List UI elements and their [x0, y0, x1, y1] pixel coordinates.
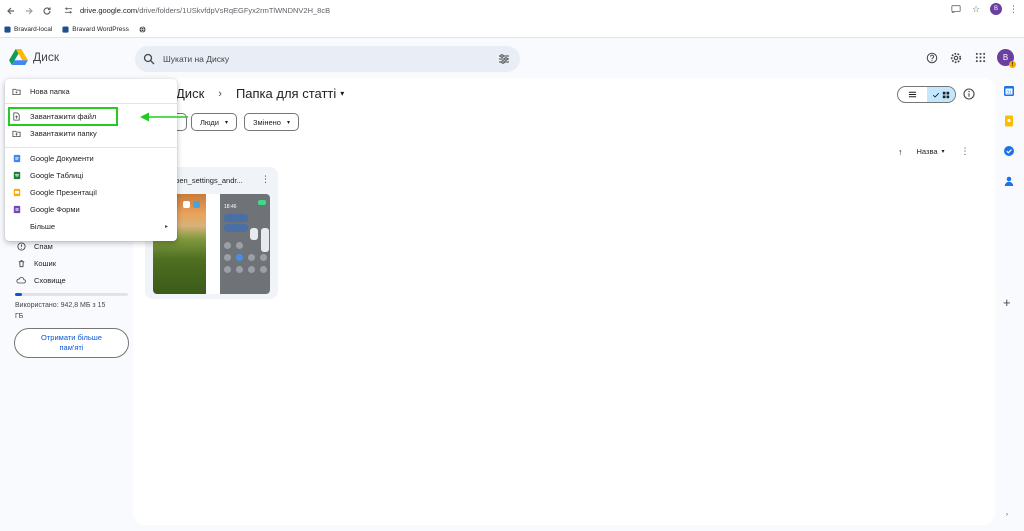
- grid-view-button[interactable]: [926, 87, 955, 102]
- search-input[interactable]: [163, 54, 493, 64]
- breadcrumb: Диск › Папка для статті ▾: [176, 86, 344, 101]
- menu-item-upload-folder[interactable]: Завантажити папку: [5, 125, 177, 142]
- apps-grid-icon[interactable]: [973, 51, 987, 65]
- file-name: open_settings_andr...: [171, 176, 243, 185]
- browser-toolbar: drive.google.com/drive/folders/1USkvfdpV…: [0, 0, 1024, 21]
- breadcrumb-separator: ›: [218, 87, 222, 100]
- chevron-right-icon: ▸: [164, 224, 168, 230]
- breadcrumb-current-folder[interactable]: Папка для статті: [236, 86, 336, 101]
- bookmarks-bar: Bravard-local Bravard WordPress: [0, 21, 1024, 38]
- menu-item-google-forms[interactable]: Google Форми: [5, 201, 177, 218]
- file-more-icon[interactable]: ⋮: [261, 174, 270, 185]
- sort-direction-icon[interactable]: ↑: [898, 147, 903, 157]
- bookmark-bravard-wordpress[interactable]: Bravard WordPress: [62, 26, 129, 33]
- view-toggle[interactable]: [897, 86, 956, 103]
- account-avatar[interactable]: B !: [997, 49, 1016, 68]
- google-drive-icon: [9, 48, 28, 65]
- get-more-storage-button[interactable]: Отримати більше пам'яті: [14, 328, 129, 358]
- bookmark-globe[interactable]: [139, 26, 149, 33]
- main-content: [133, 78, 995, 525]
- app-name: Диск: [33, 49, 60, 64]
- sort-controls: ↑ Назва ▾ ⋮: [898, 146, 970, 157]
- slides-icon: [12, 188, 21, 197]
- site-info-icon[interactable]: [62, 5, 74, 17]
- storage-usage-text: Використано: 942,8 МБ з 15 ГБ: [15, 302, 106, 320]
- check-icon: [932, 92, 939, 98]
- new-item-menu: Нова папка Завантажити файл Завантажити …: [5, 79, 177, 241]
- menu-item-new-folder[interactable]: Нова папка: [5, 83, 177, 100]
- folder-upload-icon: [12, 129, 21, 138]
- menu-divider: [5, 147, 177, 148]
- breadcrumb-root[interactable]: Диск: [176, 86, 204, 101]
- list-view-button[interactable]: [898, 87, 927, 102]
- add-addon-icon[interactable]: +: [1003, 296, 1011, 309]
- cast-icon[interactable]: [950, 3, 962, 15]
- annotation-arrow-icon: [140, 112, 188, 122]
- wordpress-icon: [62, 25, 69, 33]
- phone-screenshot-quick-settings: 18:46: [220, 194, 270, 294]
- address-bar[interactable]: drive.google.com/drive/folders/1USkvfdpV…: [62, 3, 982, 18]
- more-options-icon[interactable]: ⋮: [961, 146, 970, 157]
- filter-modified-chip[interactable]: Змінено ▾: [244, 113, 299, 131]
- chevron-down-icon: ▾: [224, 119, 228, 126]
- sidebar-item-storage[interactable]: Сховище: [16, 275, 66, 285]
- folder-menu-caret-icon[interactable]: ▾: [340, 89, 344, 98]
- globe-icon: [139, 26, 146, 32]
- spam-icon: [16, 241, 26, 251]
- svg-text:31: 31: [1006, 90, 1012, 95]
- storage-usage-fill: [15, 293, 22, 296]
- info-icon[interactable]: [963, 88, 975, 100]
- drive-logo[interactable]: Диск: [9, 48, 59, 65]
- browser-profile-avatar[interactable]: B: [990, 3, 1002, 15]
- contacts-icon[interactable]: [1003, 175, 1015, 187]
- bookmark-star-icon[interactable]: ☆: [970, 3, 982, 15]
- list-icon: [908, 91, 916, 98]
- menu-item-more[interactable]: Більше ▸: [5, 218, 177, 235]
- menu-item-google-docs[interactable]: Google Документи: [5, 150, 177, 167]
- phone-time: 18:46: [224, 204, 237, 210]
- browser-menu-icon[interactable]: ⋮: [1009, 4, 1018, 15]
- settings-gear-icon[interactable]: [949, 51, 963, 65]
- annotation-highlight-box: [8, 107, 118, 126]
- grid-icon: [942, 91, 949, 98]
- sort-field-button[interactable]: Назва: [917, 147, 938, 156]
- menu-divider: [5, 103, 177, 104]
- sidebar-item-spam[interactable]: Спам: [16, 241, 53, 251]
- search-bar[interactable]: [135, 46, 520, 72]
- keep-icon[interactable]: [1003, 115, 1015, 127]
- forward-icon[interactable]: [20, 2, 38, 20]
- search-options-icon[interactable]: [498, 53, 510, 65]
- storage-warning-badge: !: [1009, 61, 1016, 68]
- tasks-icon[interactable]: [1003, 145, 1015, 157]
- docs-icon: [12, 154, 21, 163]
- side-panel-rail: 31 +: [995, 78, 1024, 531]
- sheets-icon: [12, 171, 21, 180]
- menu-item-google-slides[interactable]: Google Презентації: [5, 184, 177, 201]
- calendar-icon[interactable]: 31: [1003, 85, 1015, 97]
- wordpress-icon: [4, 25, 11, 33]
- menu-item-google-sheets[interactable]: Google Таблиці: [5, 167, 177, 184]
- search-icon: [143, 53, 155, 65]
- side-panel-collapse-icon[interactable]: ›: [1006, 512, 1008, 518]
- chevron-down-icon: ▾: [286, 119, 290, 126]
- chevron-down-icon[interactable]: ▾: [942, 148, 945, 155]
- forms-icon: [12, 205, 21, 214]
- sidebar-item-trash[interactable]: Кошик: [16, 258, 56, 268]
- filter-people-chip[interactable]: Люди ▾: [191, 113, 237, 131]
- reload-icon[interactable]: [38, 2, 56, 20]
- folder-plus-icon: [12, 87, 21, 96]
- cloud-icon: [16, 275, 26, 285]
- url-text: drive.google.com/drive/folders/1USkvfdpV…: [80, 6, 331, 15]
- trash-icon: [16, 258, 26, 268]
- storage-usage-bar: [15, 293, 128, 296]
- back-icon[interactable]: [2, 2, 20, 20]
- help-icon[interactable]: [925, 51, 939, 65]
- bookmark-bravard-local[interactable]: Bravard-local: [4, 26, 52, 33]
